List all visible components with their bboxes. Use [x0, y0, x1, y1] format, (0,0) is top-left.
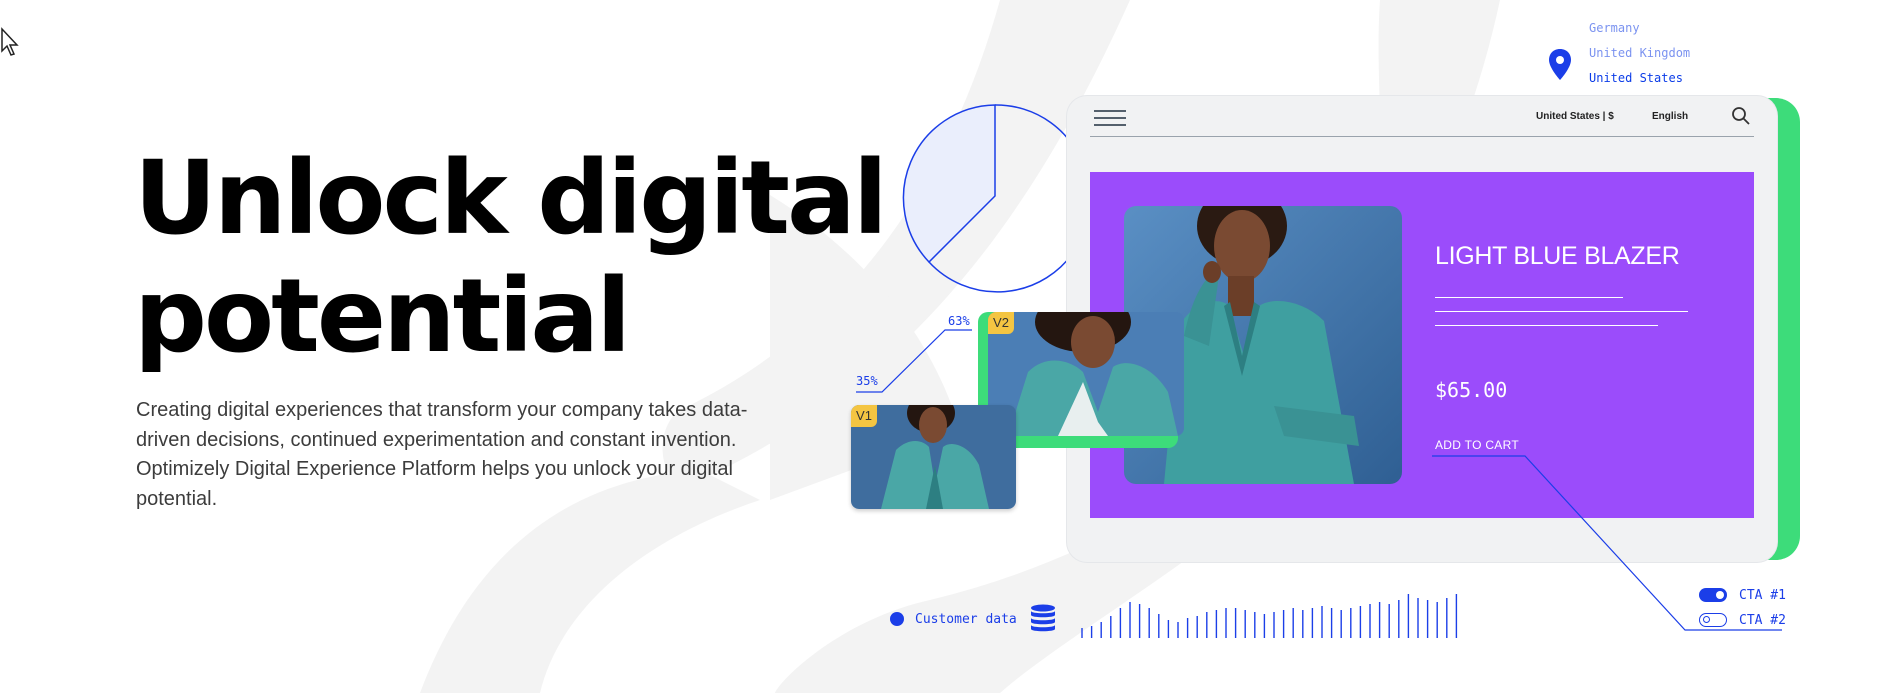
database-icon	[1031, 604, 1055, 632]
cta-1-toggle[interactable]	[1699, 588, 1727, 602]
connector-lines	[856, 329, 1782, 631]
cta-2-toggle[interactable]	[1699, 613, 1727, 627]
cta-2-label: CTA #2	[1739, 613, 1786, 628]
customer-data-label: Customer data	[915, 612, 1017, 627]
customer-data-dot	[890, 612, 904, 626]
cta-1-label: CTA #1	[1739, 588, 1786, 603]
data-bar-graphic	[1081, 594, 1458, 638]
